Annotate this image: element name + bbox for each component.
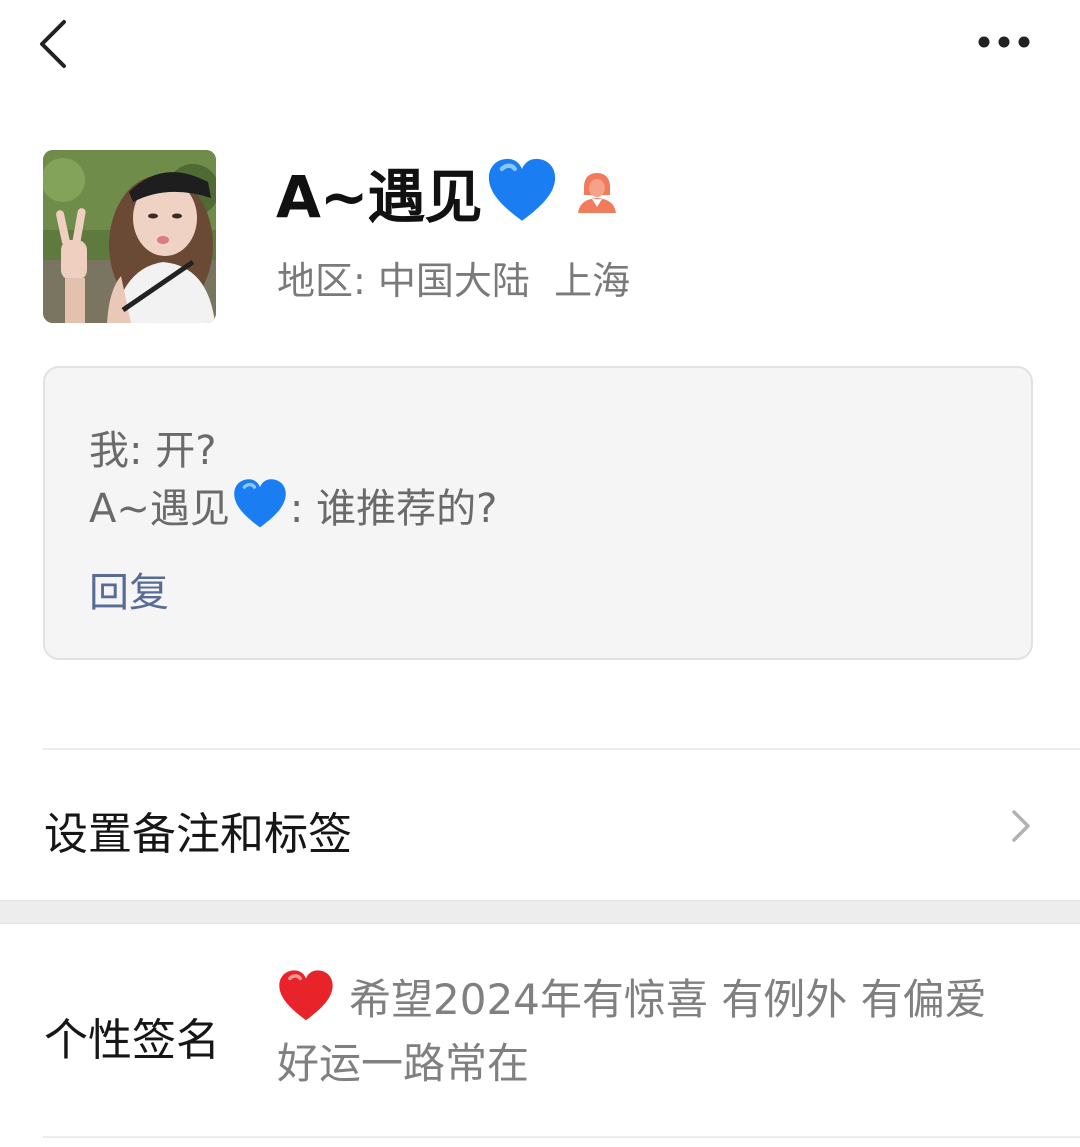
blue-heart-icon (232, 477, 288, 533)
signature-content: 希望2024年有惊喜 有例外 有偏爱 好运一路常在 (277, 975, 987, 1088)
name-row: A~遇见 (276, 150, 620, 234)
region-label: 地区: (277, 259, 366, 303)
chevron-left-icon (40, 20, 66, 68)
signature-label: 个性签名 (44, 1015, 220, 1066)
message-sender: A~遇见 (89, 486, 230, 532)
message-line-mine: 我: 开? (89, 428, 217, 474)
avatar[interactable] (43, 150, 216, 323)
message-line-theirs: A~遇见 : 谁推荐的? (89, 476, 497, 534)
profile-page: A~遇见 地区: 中国大陆 上海 我: 开? A~遇见: 谁推荐的? 回复 设… (0, 0, 1080, 1147)
signature-text: 希望2024年有惊喜 有例外 有偏爱 好运一路常在 (277, 968, 1037, 1096)
back-button[interactable] (28, 14, 88, 74)
region-row: 地区: 中国大陆 上海 (277, 250, 630, 305)
female-icon (574, 169, 620, 215)
section-separator (0, 900, 1080, 924)
set-remark-tags-label: 设置备注和标签 (44, 809, 352, 860)
message-text: : 谁推荐的? (289, 486, 498, 532)
region-value: 中国大陆 上海 (377, 259, 631, 303)
message-card: 我: 开? A~遇见 : 谁推荐的? 回复 (43, 366, 1033, 660)
divider (43, 1136, 1080, 1138)
more-dots-icon (978, 36, 1030, 48)
chevron-right-icon (1012, 810, 1030, 842)
profile-name: A~遇见 (276, 163, 482, 231)
more-button[interactable] (964, 14, 1044, 70)
blue-heart-icon (486, 156, 558, 228)
set-remark-tags-row[interactable]: 设置备注和标签 (0, 750, 1080, 900)
red-heart-icon (277, 968, 335, 1026)
reply-button[interactable]: 回复 (89, 560, 169, 618)
